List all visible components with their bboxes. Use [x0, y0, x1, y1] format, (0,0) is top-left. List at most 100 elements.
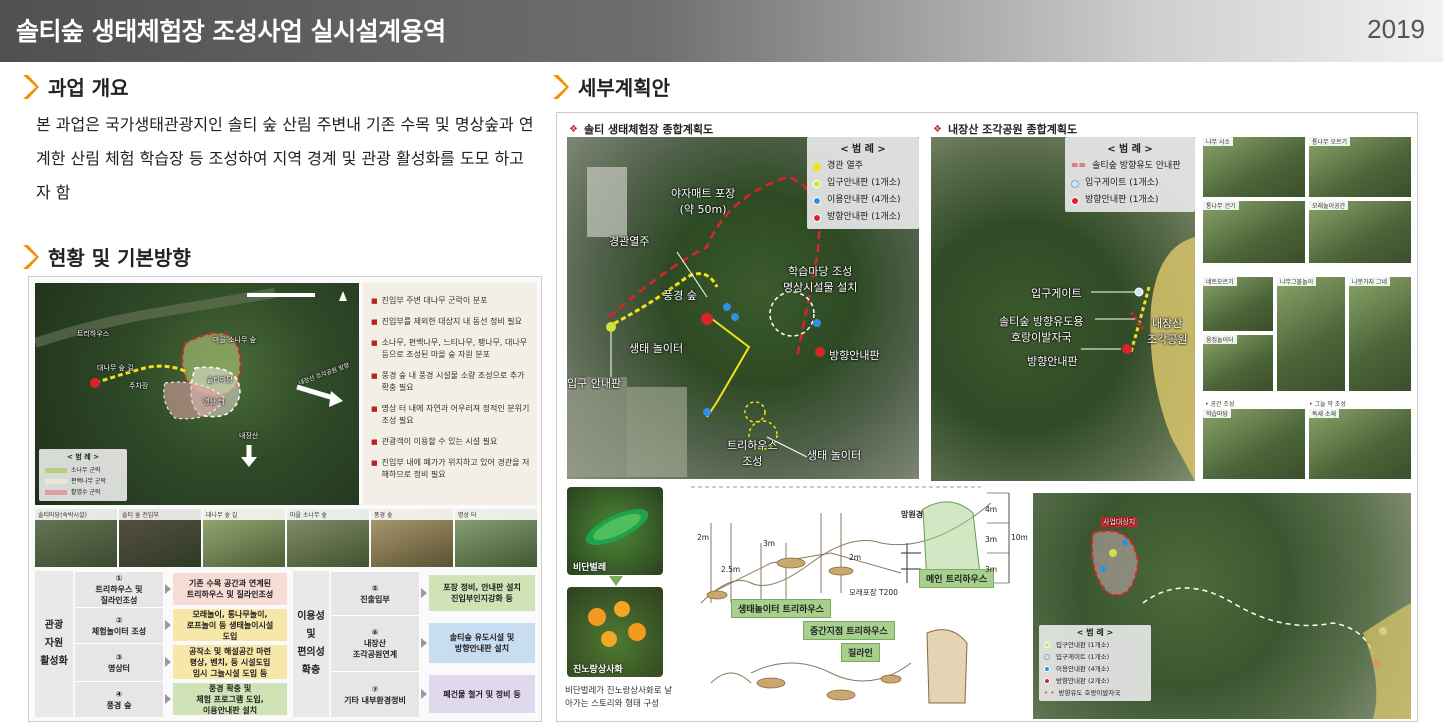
detail-panel: ❖ 솔티 생태체험장 종합계획도 ❖ 내장산 조각공원 종합계획도 야자매트 포…: [556, 112, 1418, 722]
story-note: 비단벌레가 진노랑상사화로 날아가는 스토리와 형태 구성: [565, 686, 673, 709]
left-map-legend: < 범 례 > 소나무 군락 편백나무 군락 활엽수 군락: [39, 449, 127, 501]
program-photo: 나무 시소: [1203, 137, 1305, 197]
category-label: 관광 자원 활성화: [35, 571, 73, 717]
flow-result: 모래놀이, 통나무놀이, 로프놀이 등 생태놀이시설 도입: [173, 609, 287, 641]
arrow-down-icon: [609, 576, 623, 586]
map-label: 트리하우스 조성: [727, 439, 778, 468]
dimension-label: 2m: [697, 533, 710, 542]
flow-result: 폐건물 철거 및 정비 등: [429, 675, 535, 713]
plan1-title: ❖ 솔티 생태체험장 종합계획도: [569, 123, 714, 136]
chevron-right-icon: [23, 244, 39, 269]
program-photo: 나뭇가지 그네: [1349, 277, 1411, 391]
map-label: 생태 놀이터: [807, 449, 862, 462]
chevron-right-icon: [23, 74, 39, 99]
issues-list: ■ 진입부 주변 대나무 군락이 분포 ■ 진입부를 제외한 대상지 내 동선 정비…: [363, 283, 537, 505]
site-photo-strip: 솔티마당(숙박시설) 솔티 숲 진입부 대나무 숲 길 마을 소나무 숲 풍경 …: [35, 509, 537, 567]
map-label: 생태 놀이터: [629, 342, 684, 355]
program-photo: 통나무 건기: [1203, 201, 1305, 263]
dimension-label: 4m: [985, 505, 998, 514]
plan2-legend: < 범 례 > == 솔티숲 방향유도 안내판 입구게이트 (1개소) 방향안내판…: [1065, 137, 1195, 212]
map-label: 입구게이트: [1031, 287, 1082, 300]
plan2-aerial-map: 입구게이트 솔티숲 방향유도용 호랑이발자국 방향안내판 내장산 조각공원 < …: [931, 137, 1195, 481]
list-item: ■ 관광객이 이용할 수 있는 시설 필요: [371, 437, 498, 446]
section-label: • 공간 조성: [1205, 401, 1235, 408]
section-detail: 세부계획안: [550, 72, 670, 101]
section-title: 세부계획안: [578, 76, 670, 100]
list-item: ■ 풍경 숲 내 풍경 시설물 소량 조성으로 추가 확충 필요: [371, 371, 525, 392]
site-photo: 솔티마당(숙박시설): [35, 509, 117, 567]
site-photo: 명상 터: [455, 509, 537, 567]
flow-step: ⑤ 진출입부: [331, 571, 419, 615]
flow-result: 공작소 및 해설공간 마련 평상, 벤치, 등 시설도입 임시 그늘시설 도입 …: [173, 645, 287, 679]
program-photo: 독새 소재: [1309, 409, 1411, 479]
map-label: 대나무 숲 길: [97, 364, 134, 372]
flow-step: ① 트리하우스 및 질라인조성: [75, 571, 163, 607]
map3-legend: < 범 례 > 입구안내판 (1개소) 입구게이트 (1개소) 이용안내판 (4…: [1039, 625, 1151, 701]
header-bar: 솔티숲 생태체험장 조성사업 실시설계용역 2019: [0, 0, 1443, 62]
plan1-legend: < 범 례 > 경관 열주 입구안내판 (1개소) 이용안내판 (4개소) 방향…: [807, 137, 919, 229]
flow-step: ③ 명상터: [75, 643, 163, 681]
program-photo: 나무그물놀이: [1277, 277, 1345, 391]
beetle-photo: 비단벌레: [567, 487, 663, 575]
flower-photo: 진노랑상사화: [567, 587, 663, 677]
program-photo: 모래놀이공간: [1309, 201, 1411, 263]
category-label: 이용성 및 편의성 확충: [293, 571, 329, 717]
dimension-label: 3m: [985, 535, 998, 544]
dimension-label: 3m: [763, 539, 776, 548]
flow-step: ② 체험놀이터 조성: [75, 607, 163, 643]
section-status: 현황 및 기본방향: [20, 242, 191, 271]
section-overview: 과업 개요: [20, 72, 129, 101]
map-label: 내장산: [239, 432, 259, 440]
map-label: 입구 안내판: [567, 377, 622, 390]
map-label: 주차장: [129, 382, 149, 390]
sketch-tag: 생태놀이터 트리하우스: [731, 599, 831, 618]
map-label: 솔티숲 방향유도용 호랑이발자국: [999, 315, 1084, 344]
map-label: 마을 소나무 숲: [213, 336, 257, 344]
sketch-tag: 질라인: [841, 643, 880, 662]
flow-result: 기존 수목 공간과 연계된 트리하우스 및 질라인조성: [173, 573, 287, 605]
program-photo: 통나무 오르기: [1309, 137, 1411, 197]
plan1-aerial-map: 야자매트 포장 (약 50m) 경관열주 풍경 숲 생태 놀이터 학습마당 조성…: [567, 137, 919, 479]
dimension-label: 3m: [985, 565, 998, 574]
section-label: • 그늘 막 조성: [1309, 401, 1346, 408]
page-title: 솔티숲 생태체험장 조성사업 실시설계용역: [16, 17, 446, 46]
flow-result: 풍경 확충 및 체험 프로그램 도입, 이용안내판 설치: [173, 683, 287, 715]
overview-aerial-map: 사업대상지 < 범 례 > 입구안내판 (1개소) 입구게이트 (1개소) 이용…: [1033, 493, 1411, 719]
list-item: ■ 명상 터 내에 자연과 어우러져 정적인 분위기 조성 필요: [371, 404, 530, 425]
flow-result: 포장 정비, 안내판 설치 진입부인지강화 등: [429, 575, 535, 611]
dimension-label: 모래포장 T200: [849, 588, 898, 597]
list-item: ■ 진입부 내에 폐가가 위치하고 있어 경관을 저해하므로 정비 필요: [371, 458, 530, 479]
map-label: 야자매트 포장 (약 50m): [671, 187, 736, 216]
map-label: 명상 터: [203, 398, 225, 406]
plan-flow: 관광 자원 활성화 ① 트리하우스 및 질라인조성 ② 체험놀이터 조성 ③ 명상터 …: [35, 571, 537, 717]
map-label: 방향안내판: [1027, 355, 1078, 368]
site-photo: 풍경 숲: [371, 509, 453, 567]
list-item: ■ 진입부를 제외한 대상지 내 동선 정비 필요: [371, 317, 523, 326]
chevron-right-icon: [553, 74, 569, 99]
site-photo: 솔티 숲 진입부: [119, 509, 201, 567]
map-label: 내장산 조각공원: [1147, 317, 1188, 346]
list-item: ■ 진입부 주변 대나무 군락이 분포: [371, 296, 488, 305]
program-photo: 움집놀이터: [1203, 335, 1273, 391]
site-photo: 대나무 숲 길: [203, 509, 285, 567]
program-photo: 네트오르기: [1203, 277, 1273, 331]
flow-result: 솔티숲 유도시설 및 방향안내판 설치: [429, 623, 535, 663]
dimension-label: 2.5m: [721, 565, 741, 574]
flow-step: ④ 풍경 숲: [75, 681, 163, 717]
program-photos: 나무 시소 통나무 오르기 통나무 건기 모래놀이공간 네트오르기 나무그물놀이…: [1203, 137, 1411, 479]
section-title: 과업 개요: [48, 76, 129, 100]
treehouse-sketch: 생태놀이터 트리하우스 중간지점 트리하우스 질라인 메인 트리하우스 망원경 …: [691, 483, 1029, 719]
sketch-tag: 메인 트리하우스: [919, 569, 995, 588]
site-photo: 마을 소나무 숲: [287, 509, 369, 567]
program-photo: 학습마당: [1203, 409, 1305, 479]
page: 솔티숲 생태체험장 조성사업 실시설계용역 2019 과업 개요 본 과업은 국…: [0, 0, 1443, 726]
year-label: 2019: [1367, 14, 1425, 44]
section-title: 현황 및 기본방향: [48, 246, 191, 270]
flow-step: ⑦ 기타 내부환경정비: [331, 671, 419, 717]
status-panel: 대나무 숲 길 주차장 트리하우스 마을 소나무 숲 내장산 솔티마당 명상 터…: [28, 276, 542, 722]
overview-text: 본 과업은 국가생태관광지인 솔티 숲 산림 주변내 기존 수목 및 명상숲과 …: [36, 115, 534, 202]
dimension-label: 2m: [849, 553, 862, 562]
sketch-tag: 중간지점 트리하우스: [803, 621, 895, 640]
site-label: 사업대상지: [1101, 517, 1138, 527]
map-label: 풍경 숲: [663, 289, 697, 302]
